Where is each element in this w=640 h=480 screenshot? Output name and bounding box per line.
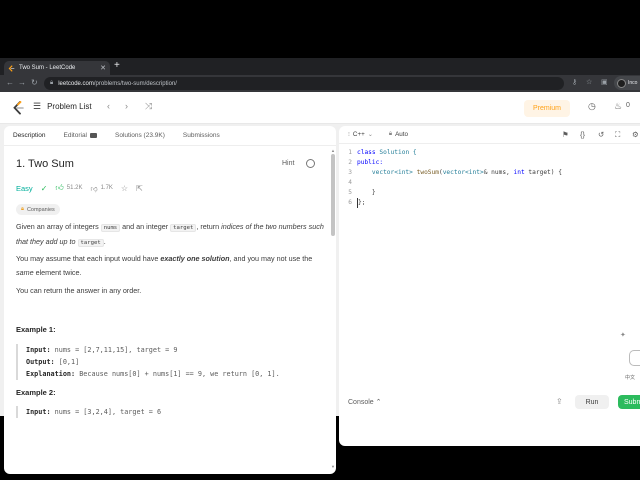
shuffle-icon[interactable]: ⤨: [145, 101, 152, 112]
browser-tab[interactable]: Two Sum - LeetCode ✕: [4, 61, 110, 75]
sparkle-icon[interactable]: ✦: [620, 331, 626, 339]
drag-handle-icon: ⁝: [348, 132, 350, 138]
solved-check-icon: ✓: [40, 183, 48, 193]
key-icon[interactable]: ⚷: [572, 78, 577, 86]
companies-tag[interactable]: 🔒︎ Companies: [16, 204, 60, 215]
language-select[interactable]: ⁝ C++ ⌄: [348, 131, 373, 138]
streak-icon[interactable]: ♨: [614, 101, 622, 112]
settings-gear-icon[interactable]: ⚙: [632, 130, 639, 139]
url-text: leetcode.com/problems/two-sum/descriptio…: [58, 80, 177, 87]
sidepanel-icon[interactable]: ▣: [601, 78, 608, 86]
prev-problem-icon[interactable]: ‹: [107, 101, 110, 111]
upload-icon[interactable]: ⇪: [556, 397, 563, 406]
lock-icon: 🔒︎: [21, 206, 24, 212]
problem-meta: Easy ✓ 👍︎ 51.2K 👎︎ 1.7K ☆ ⇱: [16, 183, 143, 193]
forward-icon[interactable]: →: [18, 78, 26, 87]
description-paragraph-3: You can return the answer in any order.: [16, 286, 142, 295]
companies-label: Companies: [26, 206, 55, 213]
code-line: 4: [348, 179, 352, 186]
chevron-up-icon: ⌃: [375, 399, 382, 406]
chevron-down-icon: ⌄: [367, 132, 373, 138]
example-2-title: Example 2:: [16, 388, 56, 397]
profile-label: Inco: [628, 80, 638, 86]
side-widget[interactable]: [629, 350, 640, 366]
timer-icon[interactable]: ◷: [588, 101, 596, 112]
problem-list-button[interactable]: ☰ Problem List: [33, 101, 92, 112]
problem-list-label: Problem List: [47, 102, 92, 111]
fullscreen-icon[interactable]: ⛶: [615, 130, 620, 140]
leetcode-favicon-icon: [8, 64, 15, 72]
editor-toolbar: ⁝ C++ ⌄ 🔒︎ Auto: [339, 126, 640, 144]
braces-icon[interactable]: {}: [580, 130, 585, 139]
share-icon[interactable]: ⇱: [136, 184, 143, 193]
console-toggle[interactable]: Console ⌃: [348, 398, 382, 406]
tab-description[interactable]: Description: [13, 132, 46, 139]
profile-button[interactable]: Inco: [614, 76, 640, 90]
close-tab-icon[interactable]: ✕: [100, 64, 106, 72]
example-1-block: Input: nums = [2,7,11,15], target = 9 Ou…: [16, 344, 328, 380]
favorite-star-icon[interactable]: ☆: [121, 184, 128, 193]
reload-icon[interactable]: ↻: [31, 78, 38, 87]
code-line: 5 }: [348, 189, 376, 196]
code-line: 3 vector<int> twoSum(vector<int>& nums, …: [348, 169, 562, 176]
run-button[interactable]: Run: [575, 395, 609, 409]
tab-editorial[interactable]: Editorial: [64, 132, 97, 139]
code-line: 1 class Solution {: [348, 149, 417, 156]
lock-icon: 🔒︎: [388, 131, 393, 137]
browser-toolbar: ← → ↻ 🔒︎ leetcode.com/problems/two-sum/d…: [0, 75, 640, 92]
difficulty-badge: Easy: [16, 183, 33, 193]
like-count: 51.2K: [66, 185, 83, 191]
leetcode-header: ☰ Problem List ‹ › ⤨ Premium ◷ ♨ 0: [0, 92, 640, 124]
dislike-count: 1.7K: [100, 185, 113, 191]
example-2-block: Input: nums = [3,2,4], target = 6: [16, 406, 328, 418]
code-line: 6};: [348, 198, 366, 208]
panel-tabs: Description Editorial Solutions (23.9K) …: [4, 126, 336, 146]
browser-tabstrip: Two Sum - LeetCode ✕ +: [0, 58, 640, 75]
dislike-icon[interactable]: 👎︎: [90, 184, 97, 193]
code-line: 2 public:: [348, 159, 384, 166]
submit-button[interactable]: Submit: [618, 395, 640, 409]
browser-tab-title: Two Sum - LeetCode: [19, 65, 76, 71]
bookmark-star-icon[interactable]: ☆: [586, 78, 592, 86]
tab-solutions[interactable]: Solutions (23.9K): [115, 132, 165, 139]
reset-icon[interactable]: ↺: [598, 130, 604, 139]
scroll-down-icon[interactable]: ▼: [331, 464, 335, 469]
console-bar: Console ⌃ ⇪ Run Submit: [339, 390, 640, 414]
new-tab-icon[interactable]: +: [114, 60, 120, 71]
scroll-up-icon[interactable]: ▲: [331, 148, 335, 153]
bookmark-icon[interactable]: ⚑: [562, 130, 569, 139]
streak-count: 0: [626, 102, 630, 109]
address-bar[interactable]: 🔒︎ leetcode.com/problems/two-sum/descrip…: [44, 77, 564, 90]
avatar: [617, 78, 626, 88]
lock-icon: 🔒︎: [50, 80, 54, 86]
like-icon[interactable]: 👍︎: [55, 183, 63, 193]
code-area[interactable]: 1 class Solution { 2 public: 3 vector<int>…: [339, 148, 640, 208]
back-icon[interactable]: ←: [6, 78, 14, 87]
description-scrollbar[interactable]: [331, 154, 335, 236]
description-panel: Description Editorial Solutions (23.9K) …: [4, 126, 336, 474]
list-icon: ☰: [33, 101, 42, 111]
leetcode-logo-icon[interactable]: [12, 101, 24, 115]
description-paragraph-2: You may assume that each input would hav…: [16, 254, 313, 277]
example-1-title: Example 1:: [16, 325, 56, 334]
hint-button[interactable]: Hint: [282, 160, 294, 167]
description-paragraph-1: Given an array of integers nums and an i…: [16, 222, 324, 247]
problem-title: 1. Two Sum: [16, 158, 74, 170]
premium-button[interactable]: Premium: [524, 100, 570, 117]
tab-submissions[interactable]: Submissions: [183, 132, 220, 139]
language-toggle[interactable]: 中文: [625, 374, 635, 381]
video-icon: [90, 133, 97, 138]
solved-status-icon: [306, 159, 315, 168]
autocomplete-mode[interactable]: 🔒︎ Auto: [389, 131, 408, 138]
next-problem-icon[interactable]: ›: [125, 101, 128, 111]
